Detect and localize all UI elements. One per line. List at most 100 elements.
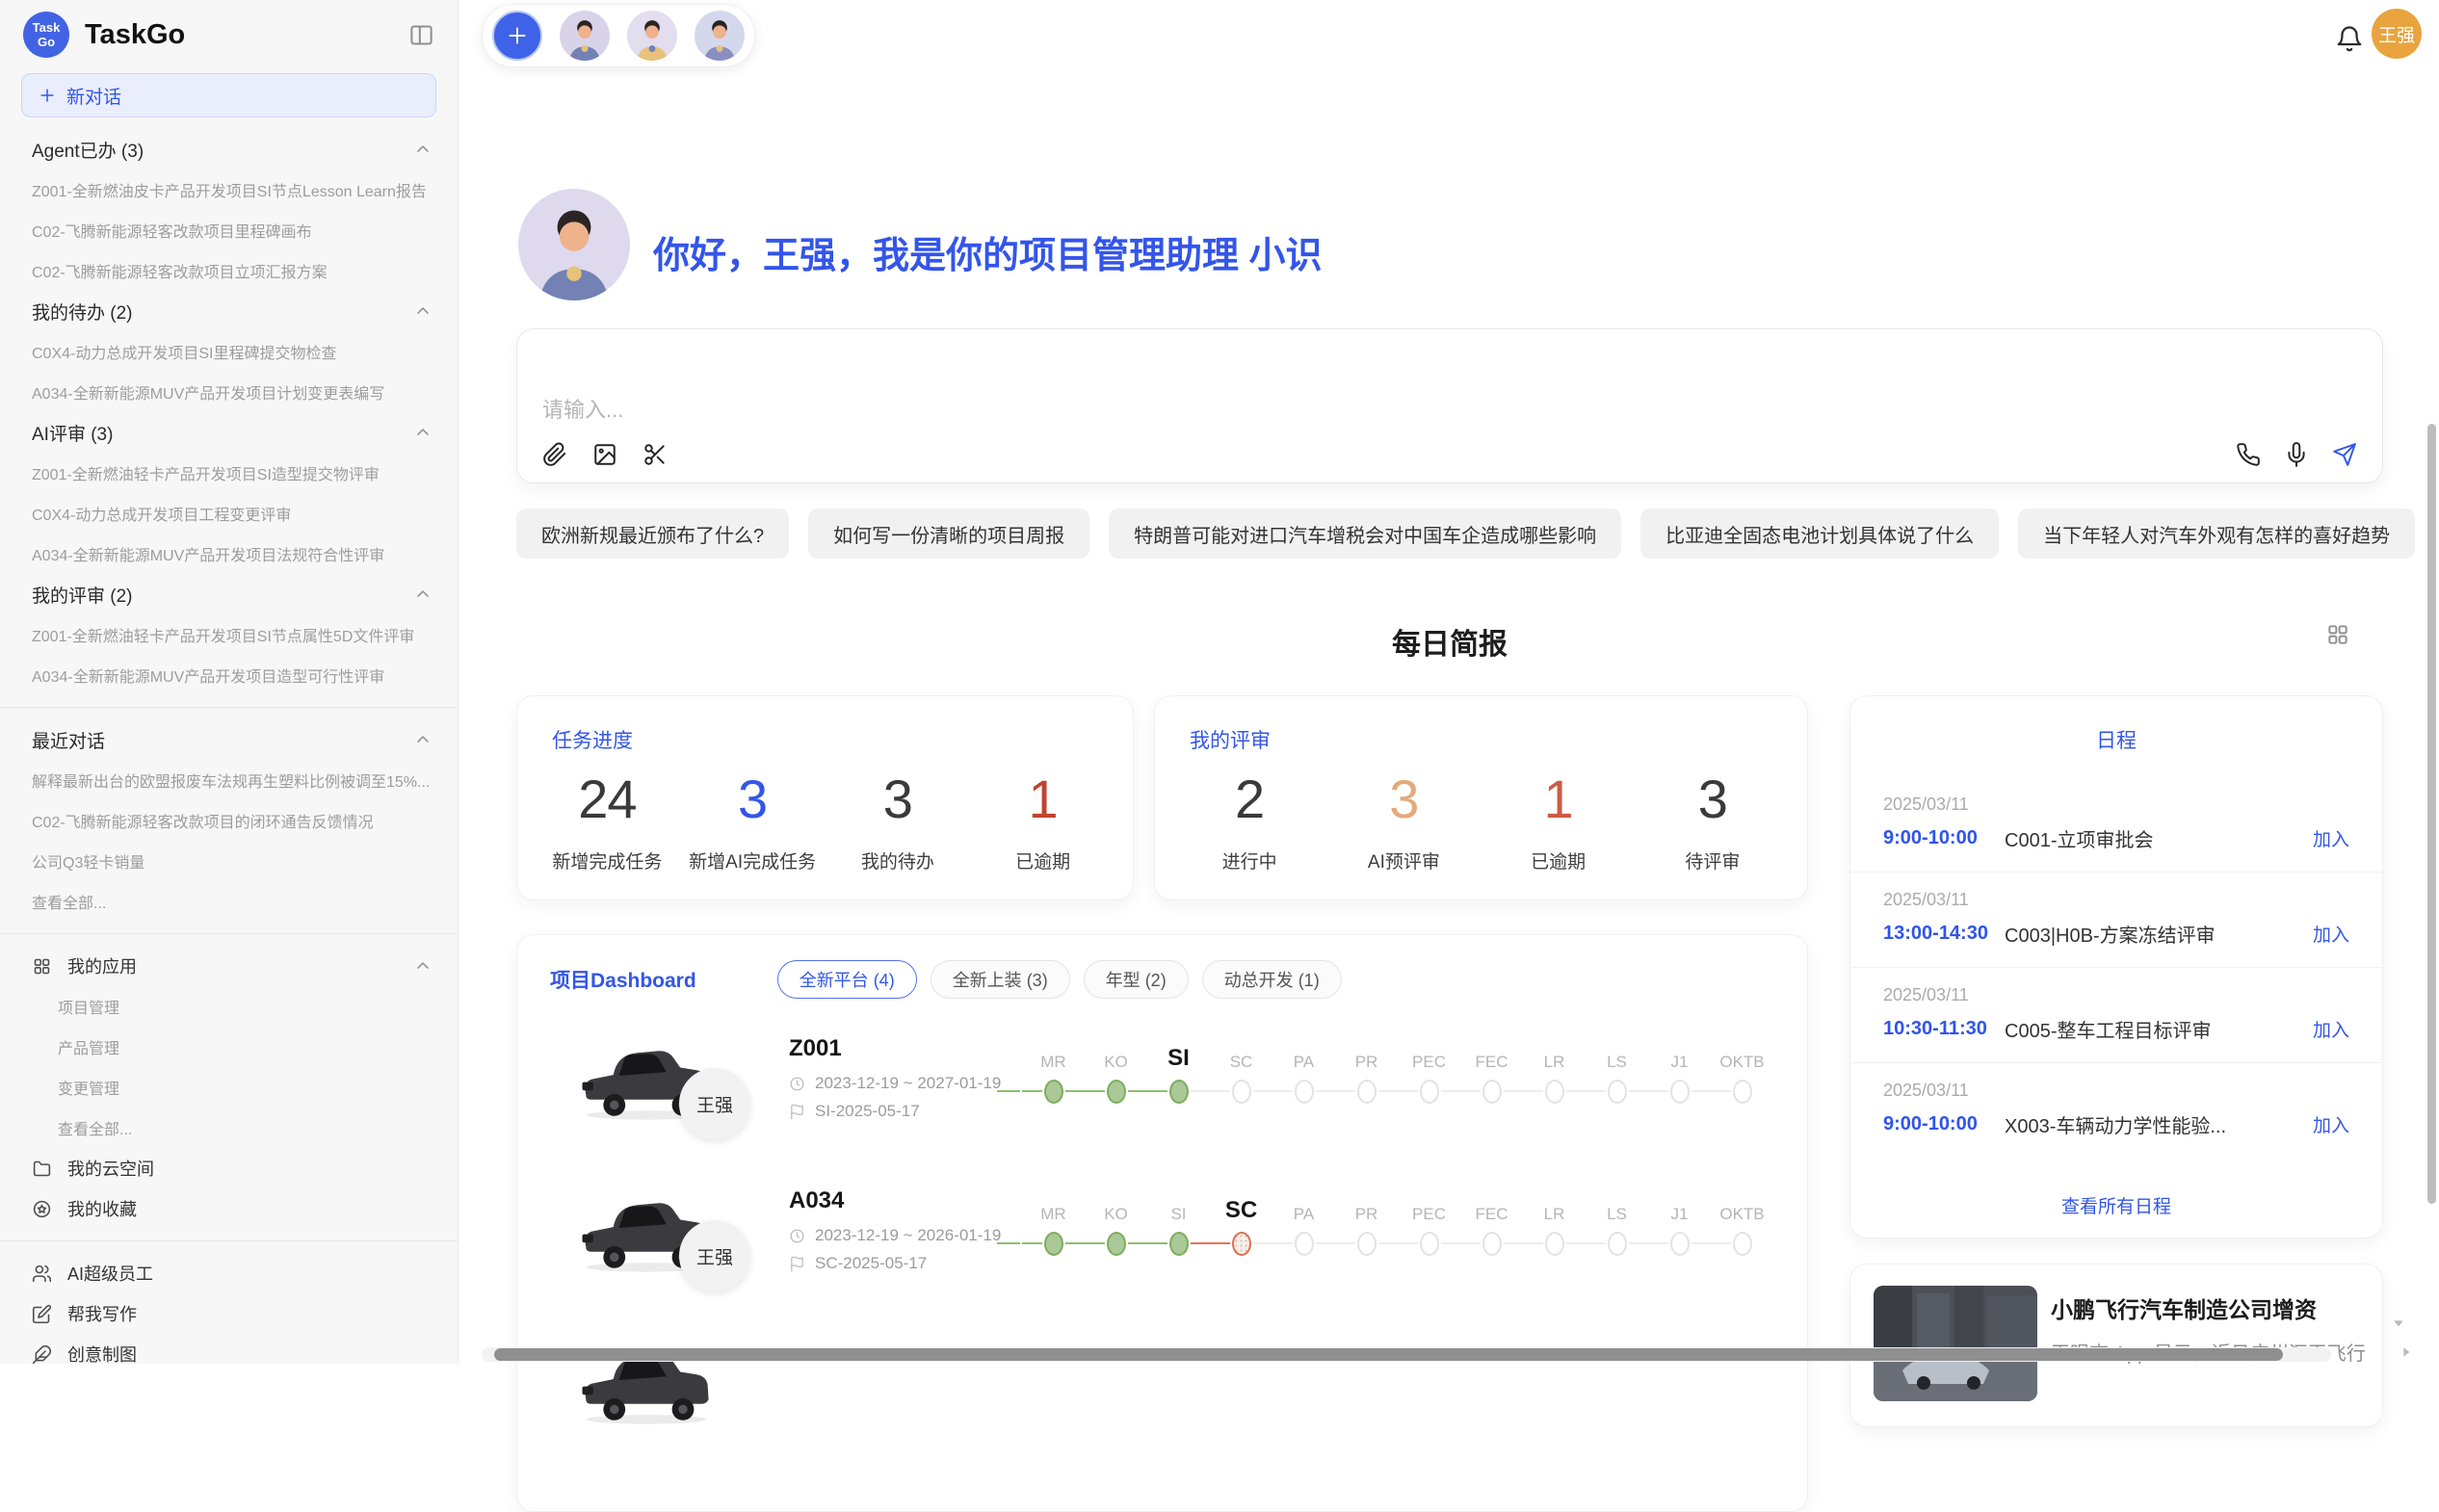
- chevron-up-icon[interactable]: [413, 730, 433, 749]
- suggestion-chip[interactable]: 如何写一份清晰的项目周报: [808, 508, 1089, 559]
- milestone-dot: [1545, 1080, 1564, 1104]
- sidebar-item[interactable]: C0X4-动力总成开发项目SI里程碑提交物检查: [0, 331, 458, 372]
- dashboard-filter-tab[interactable]: 年型 (2): [1084, 960, 1189, 999]
- sidebar-item-write[interactable]: 帮我写作: [0, 1293, 458, 1334]
- sidebar-app-item[interactable]: 产品管理: [0, 1027, 458, 1067]
- news-card[interactable]: 小鹏飞行汽车制造公司增资 天眼查 App 显示，近日广州汇天飞行汽: [1849, 1264, 2383, 1427]
- sidebar-section-header[interactable]: AI评审 (3): [0, 412, 458, 453]
- bell-icon[interactable]: [2335, 25, 2364, 54]
- milestone: PEC: [1398, 1039, 1460, 1114]
- join-link[interactable]: 加入: [2313, 921, 2349, 947]
- view-all-link[interactable]: 查看全部...: [0, 1108, 458, 1148]
- sidebar-app-item[interactable]: 变更管理: [0, 1067, 458, 1108]
- agent-avatar[interactable]: [560, 11, 610, 61]
- sidebar-item[interactable]: A034-全新新能源MUV产品开发项目造型可行性评审: [0, 655, 458, 695]
- join-link[interactable]: 加入: [2313, 1111, 2349, 1137]
- sidebar-item[interactable]: A034-全新新能源MUV产品开发项目法规符合性评审: [0, 534, 458, 574]
- milestone-label: LR: [1523, 1039, 1586, 1072]
- agent-avatar[interactable]: [695, 11, 745, 61]
- suggestion-chip[interactable]: 比亚迪全固态电池计划具体说了什么: [1640, 508, 1999, 559]
- milestone-label: MR: [1022, 1191, 1085, 1224]
- scroll-right-icon[interactable]: [2399, 1344, 2414, 1360]
- phone-call-icon[interactable]: [2236, 442, 2261, 467]
- suggestion-chip[interactable]: 欧洲新规最近颁布了什么?: [516, 508, 789, 559]
- sidebar-item[interactable]: Z001-全新燃油皮卡产品开发项目SI节点Lesson Learn报告: [0, 169, 458, 210]
- new-chat-button[interactable]: 新对话: [21, 73, 436, 117]
- stat-label: 进行中: [1172, 847, 1326, 873]
- sidebar-item[interactable]: 公司Q3轻卡销量: [0, 841, 458, 881]
- schedule-view-all-link[interactable]: 查看所有日程: [1850, 1192, 2382, 1218]
- my-review-card: 我的评审 2 进行中 3 AI预评审 1 已逾期 3 待评审: [1154, 695, 1808, 900]
- milestone-label: SI: [1147, 1039, 1210, 1072]
- suggestion-chip[interactable]: 特朗普可能对进口汽车增税会对中国车企造成哪些影响: [1109, 508, 1621, 559]
- stat-item: 1 已逾期: [970, 768, 1115, 873]
- project-row[interactable]: 王强 A034 2023-12-19 ~ 2026-01-19 SC-2025-…: [517, 1162, 1807, 1315]
- milestone: PEC: [1398, 1191, 1460, 1266]
- sidebar-app-item[interactable]: 项目管理: [0, 986, 458, 1027]
- sidebar-item-folder[interactable]: 我的云空间: [0, 1148, 458, 1188]
- quill-icon: [32, 1344, 52, 1365]
- sidebar-section-header[interactable]: Agent已办 (3): [0, 129, 458, 169]
- dashboard-filter-tab[interactable]: 动总开发 (1): [1202, 960, 1342, 999]
- milestone: PA: [1272, 1191, 1335, 1266]
- chevron-up-icon[interactable]: [413, 301, 433, 321]
- horizontal-scrollbar-thumb[interactable]: [494, 1348, 2283, 1361]
- dashboard-filter-tab[interactable]: 全新平台 (4): [777, 960, 917, 999]
- milestone-dot: [1608, 1232, 1627, 1256]
- sidebar-item[interactable]: C0X4-动力总成开发项目工程变更评审: [0, 493, 458, 534]
- sidebar-collapse-icon[interactable]: [408, 22, 434, 48]
- stat-value: 2: [1172, 768, 1326, 830]
- message-composer[interactable]: 请输入...: [516, 328, 2383, 483]
- sidebar-item-my-apps[interactable]: 我的应用: [0, 946, 458, 986]
- stat-value: 3: [1326, 768, 1481, 830]
- chevron-up-icon[interactable]: [413, 140, 433, 159]
- image-upload-icon[interactable]: [592, 442, 617, 467]
- sidebar-item-star[interactable]: 我的收藏: [0, 1188, 458, 1229]
- sidebar-section-header[interactable]: 最近对话: [0, 719, 458, 760]
- project-row[interactable]: 王强 Z001 2023-12-19 ~ 2027-01-19 SI-2025-…: [517, 1010, 1807, 1162]
- daily-brief-header: 每日简报: [516, 620, 2383, 663]
- sidebar-item[interactable]: C02-飞腾新能源轻客改款项目的闭环通告反馈情况: [0, 800, 458, 841]
- sidebar-item[interactable]: 解释最新出台的欧盟报废车法规再生塑料比例被调至15%...: [0, 760, 458, 800]
- divider: [0, 933, 458, 934]
- add-session-button[interactable]: [492, 11, 542, 61]
- project-row[interactable]: [517, 1315, 1807, 1467]
- suggestion-chip[interactable]: 当下年轻人对汽车外观有怎样的喜好趋势: [2018, 508, 2415, 559]
- send-icon[interactable]: [2332, 442, 2357, 467]
- sidebar-item[interactable]: Z001-全新燃油轻卡产品开发项目SI造型提交物评审: [0, 453, 458, 493]
- sidebar-item[interactable]: C02-飞腾新能源轻客改款项目立项汇报方案: [0, 250, 458, 291]
- stat-item: 3 AI预评审: [1326, 768, 1481, 873]
- milestone-timeline: MR KO SI SC PA PR PEC: [1022, 1191, 1773, 1266]
- sidebar-list: Agent已办 (3)Z001-全新燃油皮卡产品开发项目SI节点Lesson L…: [0, 121, 458, 1364]
- flag-icon: [789, 1104, 805, 1120]
- layout-grid-icon[interactable]: [2325, 622, 2350, 647]
- sidebar-item[interactable]: A034-全新新能源MUV产品开发项目计划变更表编写: [0, 372, 458, 412]
- chevron-up-icon[interactable]: [413, 956, 433, 976]
- chevron-up-icon[interactable]: [413, 585, 433, 604]
- sidebar-item-people[interactable]: AI超级员工: [0, 1253, 458, 1293]
- sidebar-item-quill[interactable]: 创意制图: [0, 1334, 458, 1364]
- view-all-link[interactable]: 查看全部...: [0, 881, 458, 922]
- screenshot-icon[interactable]: [643, 442, 668, 467]
- sidebar-section-header[interactable]: 我的待办 (2): [0, 291, 458, 331]
- vertical-scrollbar-thumb[interactable]: [2427, 424, 2436, 1204]
- milestone-dot: [1733, 1232, 1752, 1256]
- sidebar-section-header[interactable]: 我的评审 (2): [0, 574, 458, 614]
- agent-avatar[interactable]: [627, 11, 677, 61]
- join-link[interactable]: 加入: [2313, 825, 2349, 851]
- user-avatar[interactable]: 王强: [2372, 9, 2422, 59]
- sidebar: Task Go TaskGo 新对话 Agent已办 (3)Z001-全新燃油皮…: [0, 0, 459, 1364]
- dashboard-filter-tab[interactable]: 全新上装 (3): [931, 960, 1070, 999]
- message-input[interactable]: 请输入...: [542, 393, 2084, 424]
- sidebar-item[interactable]: Z001-全新燃油轻卡产品开发项目SI节点属性5D文件评审: [0, 614, 458, 655]
- join-link[interactable]: 加入: [2313, 1016, 2349, 1042]
- attachment-icon[interactable]: [542, 442, 567, 467]
- scroll-down-icon[interactable]: [2391, 1316, 2406, 1331]
- sidebar-item[interactable]: C02-飞腾新能源轻客改款项目里程碑画布: [0, 210, 458, 250]
- milestone-dot: [1482, 1080, 1502, 1104]
- milestone-label: PR: [1335, 1191, 1398, 1224]
- stat-label: AI预评审: [1326, 847, 1481, 873]
- chevron-up-icon[interactable]: [413, 423, 433, 442]
- milestone: KO: [1085, 1191, 1147, 1266]
- microphone-icon[interactable]: [2284, 442, 2309, 467]
